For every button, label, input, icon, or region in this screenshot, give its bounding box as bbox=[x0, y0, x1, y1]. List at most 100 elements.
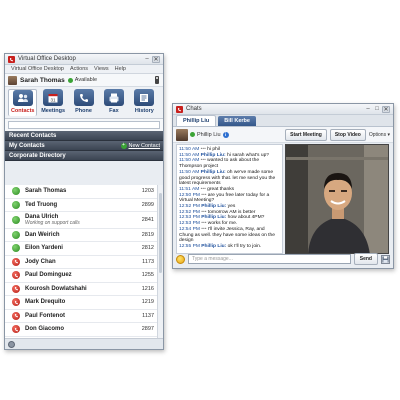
svg-text:31: 31 bbox=[51, 97, 57, 102]
chat-message: 12:54 PM ••• I'll invite Jessica, Ray, a… bbox=[179, 227, 280, 244]
message-input[interactable]: Type a message... bbox=[188, 254, 351, 264]
emoticon-icon[interactable] bbox=[176, 254, 185, 264]
save-icon[interactable] bbox=[381, 254, 390, 264]
app-logo-icon bbox=[8, 55, 15, 63]
plus-icon: + bbox=[120, 142, 127, 149]
menu-virtual-office-desktop[interactable]: Virtual Office Desktop bbox=[11, 66, 64, 72]
contact-extension: 1203 bbox=[141, 188, 154, 195]
new-contact-button[interactable]: + New Contact bbox=[120, 142, 161, 149]
contact-row[interactable]: Don Giacomo 2897 bbox=[5, 323, 163, 337]
corporate-directory-header[interactable]: Corporate Directory bbox=[5, 151, 163, 161]
contact-row[interactable]: Mark Drequito 1219 bbox=[5, 296, 163, 310]
message-sender: Phillip Liu: bbox=[200, 169, 226, 175]
message-time: 12:52 PM bbox=[179, 204, 200, 210]
chat-tab-bill-kerbe[interactable]: Bill Kerbe bbox=[218, 116, 256, 126]
avatar[interactable] bbox=[8, 75, 17, 85]
composer: Type a message... Send bbox=[176, 253, 390, 265]
chats-titlebar[interactable]: Chats – □ ✕ bbox=[173, 104, 393, 115]
tab-fax[interactable]: Fax bbox=[99, 89, 128, 116]
contact-row[interactable]: Paul Dominguez 1255 bbox=[5, 269, 163, 283]
contact-name: Paul Fontenot bbox=[25, 312, 65, 319]
tab-meetings[interactable]: 31 Meetings bbox=[38, 89, 67, 116]
message-time: 11:50 AM bbox=[179, 152, 200, 158]
my-contacts-header[interactable]: My Contacts + New Contact bbox=[5, 141, 163, 151]
contact-row[interactable]: Paul Fontenot 1137 bbox=[5, 310, 163, 323]
contact-name-wrap: Jody Chan bbox=[25, 259, 142, 265]
chat-message: 11:50 AM ••• wanted to ask about the Tho… bbox=[179, 158, 280, 169]
new-contact-label: New Contact bbox=[128, 142, 161, 149]
options-label: Options bbox=[368, 131, 387, 138]
message-time: 12:54 PM bbox=[179, 226, 200, 232]
contact-extension: 1255 bbox=[141, 272, 154, 279]
contact-name: Paul Dominguez bbox=[25, 272, 72, 279]
contacts-icon bbox=[12, 90, 33, 106]
window-title: Virtual Office Desktop bbox=[18, 56, 76, 62]
contact-name-wrap: Dana Ulrich Working on support calls bbox=[25, 214, 142, 226]
scroll-thumb[interactable] bbox=[159, 193, 162, 273]
info-icon[interactable]: i bbox=[222, 131, 229, 138]
close-icon[interactable]: ✕ bbox=[382, 105, 390, 113]
stop-video-button[interactable]: Stop Video bbox=[329, 128, 366, 141]
contact-row[interactable]: Ted Truong 2899 bbox=[5, 199, 163, 212]
chat-message: 12:50 PM ••• are you free later today fo… bbox=[179, 193, 280, 204]
presence-available-icon bbox=[12, 230, 20, 239]
message-text: hi phil bbox=[207, 147, 220, 152]
message-text: how about 4PM? bbox=[227, 215, 265, 221]
avatar bbox=[176, 128, 188, 141]
tab-phone-label: Phone bbox=[75, 108, 92, 114]
tab-contacts[interactable]: Contacts bbox=[8, 89, 38, 116]
chat-message: 12:55 PM Phillip Liu: ok I'll try to joi… bbox=[179, 244, 280, 250]
minimize-icon[interactable]: – bbox=[143, 56, 151, 63]
desk-phone-icon[interactable] bbox=[154, 76, 160, 84]
contact-name-wrap: Dan Weirich bbox=[25, 232, 142, 238]
contact-extension: 2899 bbox=[141, 201, 154, 208]
contact-name-wrap: Mark Drequito bbox=[25, 299, 142, 305]
tab-history[interactable]: History bbox=[130, 89, 159, 116]
send-button[interactable]: Send bbox=[353, 253, 378, 265]
tab-meetings-label: Meetings bbox=[41, 108, 66, 114]
contact-extension: 1216 bbox=[141, 285, 154, 292]
contact-name: Mark Drequito bbox=[25, 299, 66, 306]
tab-phone[interactable]: Phone bbox=[69, 89, 98, 116]
contact-row[interactable]: Dana Ulrich Working on support calls 2841 bbox=[5, 212, 163, 229]
maximize-icon[interactable]: □ bbox=[373, 106, 381, 113]
chats-window: Chats – □ ✕ Phillip Liu Bill Kerbe Phill… bbox=[172, 103, 394, 269]
message-time: 12:52 PM bbox=[179, 209, 200, 215]
gear-icon[interactable] bbox=[8, 340, 15, 348]
menu-help[interactable]: Help bbox=[115, 66, 126, 72]
message-text: yes bbox=[227, 204, 236, 210]
menu-actions[interactable]: Actions bbox=[70, 66, 88, 72]
chat-transcript[interactable]: 11:50 AM ••• hi phil 11:50 AM Phillip Liu… bbox=[176, 144, 283, 254]
video-feed[interactable] bbox=[285, 144, 389, 254]
menu-views[interactable]: Views bbox=[94, 66, 109, 72]
options-menu[interactable]: Options ▾ bbox=[369, 132, 390, 138]
message-sender: Phillip Liu: bbox=[201, 215, 227, 221]
contact-row[interactable]: Jody Chan 1173 bbox=[5, 256, 163, 269]
message-time: 11:51 AM bbox=[179, 186, 200, 192]
message-time: 12:53 PM bbox=[179, 215, 200, 221]
contact-note: Working on support calls bbox=[25, 219, 80, 226]
chat-message: 11:50 AM Phillip Liu: oh we've made some… bbox=[179, 170, 280, 187]
chat-header: Phillip Liu i Start Meeting Stop Video O… bbox=[173, 127, 393, 143]
message-text: tomorrow AM is better bbox=[207, 209, 256, 215]
contact-row[interactable]: Dan Weirich 2819 bbox=[5, 229, 163, 242]
minimize-icon[interactable]: – bbox=[364, 106, 372, 113]
message-time: 12:53 PM bbox=[179, 221, 200, 227]
contact-row[interactable]: Eilon Yardeni 2812 bbox=[5, 242, 163, 256]
contact-name-wrap: Sarah Thomas bbox=[25, 188, 142, 194]
close-icon[interactable]: ✕ bbox=[152, 55, 160, 63]
vod-titlebar[interactable]: Virtual Office Desktop – ✕ bbox=[5, 54, 163, 65]
search-input[interactable] bbox=[8, 121, 160, 129]
contact-list-scrollbar[interactable] bbox=[157, 185, 163, 338]
user-status[interactable]: Available bbox=[75, 77, 97, 83]
contact-row[interactable]: Sarah Thomas 1203 bbox=[5, 185, 163, 199]
presence-on-call-icon bbox=[12, 298, 20, 307]
start-meeting-button[interactable]: Start Meeting bbox=[285, 128, 327, 141]
message-time: 11:50 AM bbox=[179, 169, 200, 175]
recent-contacts-header[interactable]: Recent Contacts bbox=[5, 131, 163, 141]
contact-row[interactable]: Kourosh Dowlatshahi 1216 bbox=[5, 283, 163, 296]
message-sender: Phillip Liu: bbox=[200, 152, 226, 158]
tab-fax-label: Fax bbox=[109, 108, 119, 114]
chat-tab-phillip-liu[interactable]: Phillip Liu bbox=[176, 115, 217, 126]
user-bar: Sarah Thomas Available bbox=[5, 74, 163, 87]
